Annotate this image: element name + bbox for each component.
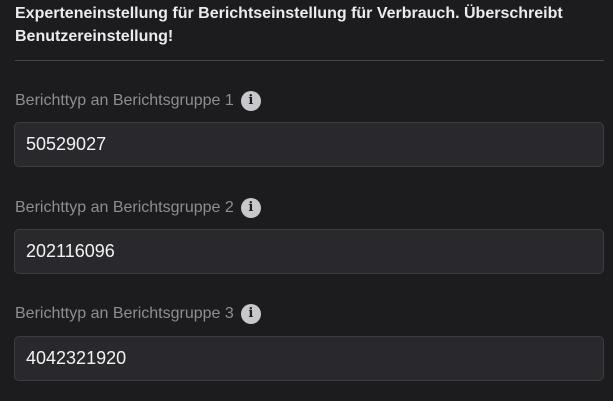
- settings-panel: Experteneinstellung für Berichtseinstell…: [0, 0, 613, 401]
- info-icon[interactable]: i: [240, 91, 261, 111]
- report-type-group-2-input[interactable]: [14, 229, 604, 274]
- field-label-1: Berichttyp an Berichtsgruppe 1: [15, 92, 234, 109]
- field-label-2: Berichttyp an Berichtsgruppe 2: [15, 199, 234, 216]
- field-label-row-1: Berichttyp an Berichtsgruppe 1 i: [15, 90, 261, 112]
- report-type-group-1-input[interactable]: [14, 122, 604, 167]
- field-label-3: Berichttyp an Berichtsgruppe 3: [15, 305, 234, 322]
- field-label-row-3: Berichttyp an Berichtsgruppe 3 i: [15, 303, 261, 325]
- info-icon[interactable]: i: [240, 198, 261, 218]
- info-icon[interactable]: i: [240, 304, 261, 324]
- section-divider: [15, 60, 604, 61]
- field-label-row-2: Berichttyp an Berichtsgruppe 2 i: [15, 197, 261, 219]
- report-type-group-3-input[interactable]: [14, 336, 604, 381]
- section-heading: Experteneinstellung für Berichtseinstell…: [15, 5, 563, 45]
